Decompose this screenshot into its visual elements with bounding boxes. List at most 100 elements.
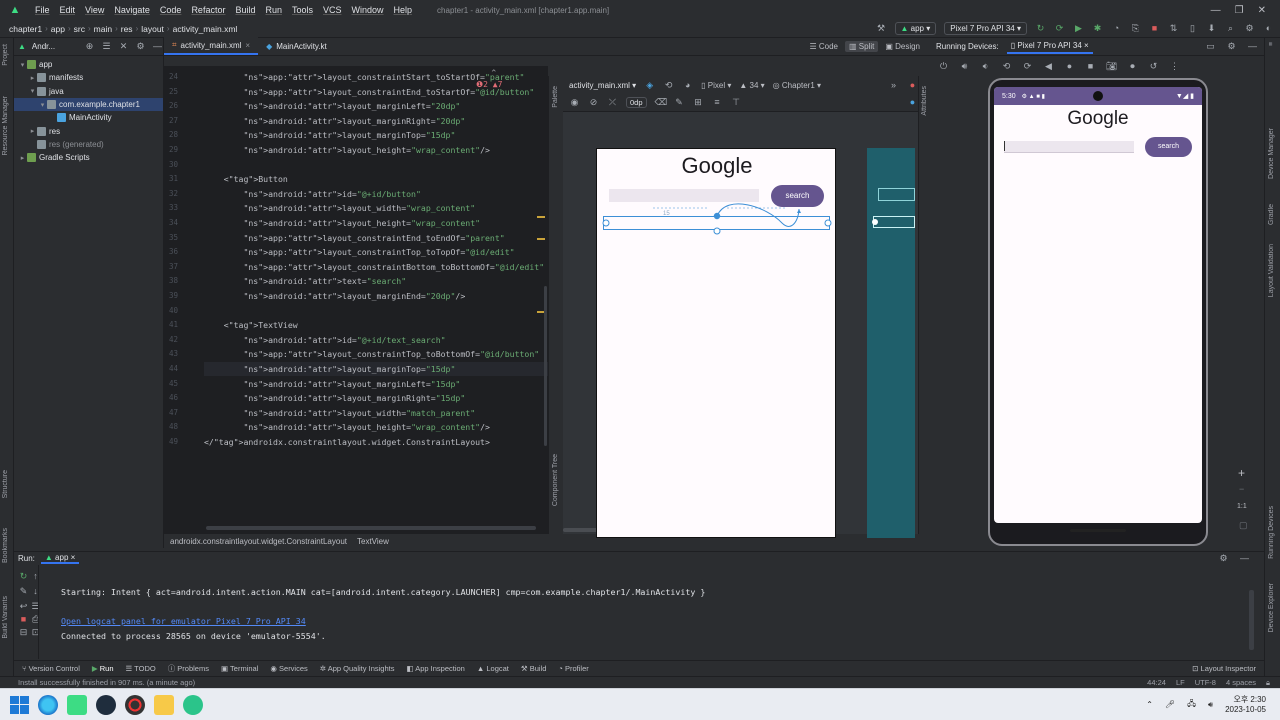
menu-edit[interactable]: Edit <box>55 5 81 15</box>
tree-item[interactable]: ▸ manifests <box>14 71 163 84</box>
tab-terminal[interactable]: ▣ Terminal <box>221 664 258 673</box>
tree-item[interactable]: ▾ java <box>14 85 163 98</box>
breadcrumb-layout[interactable]: layout <box>138 24 167 34</box>
error-icon[interactable]: ● <box>907 80 918 91</box>
run-config-select[interactable]: ▲ app ▾ <box>894 22 937 35</box>
tab-todo[interactable]: ☰ TODO <box>126 664 156 673</box>
sdk-manager-icon[interactable]: ⬇ <box>1206 23 1217 34</box>
recorder-taskbar-icon[interactable] <box>125 694 145 715</box>
hide-panel-icon[interactable]: — <box>152 41 163 52</box>
expand-all-icon[interactable]: ✕ <box>118 41 129 52</box>
breadcrumb-chapter1[interactable]: chapter1 <box>6 24 45 34</box>
overview-icon[interactable]: ■ <box>1085 61 1096 72</box>
panel-gear-icon[interactable]: ⚙ <box>1226 41 1237 52</box>
tree-item[interactable]: res (generated) <box>14 138 163 151</box>
mode-design[interactable]: ▣ Design <box>881 41 924 52</box>
zoom-fit-icon[interactable]: ▢ <box>1239 520 1248 531</box>
tree-expand-icon[interactable]: ▸ <box>28 74 37 82</box>
home-icon[interactable]: ● <box>1064 61 1075 72</box>
code-line[interactable]: "ns">android:"attr">layout_height="wrap_… <box>204 420 490 435</box>
autoconnect-off-icon[interactable]: ⊘ <box>588 97 599 108</box>
menu-code[interactable]: Code <box>155 5 187 15</box>
tree-item[interactable]: MainActivity <box>14 111 163 124</box>
stop-icon[interactable]: ■ <box>1149 23 1160 34</box>
code-line[interactable]: </"tag">androidx.constraintlayout.widget… <box>204 435 490 450</box>
windows-start-icon[interactable] <box>9 695 29 715</box>
tab-app-quality-insights[interactable]: ✲ App Quality Insights <box>320 664 395 673</box>
close-icon[interactable]: ✕ <box>1258 5 1266 16</box>
file-encoding[interactable]: UTF-8 <box>1195 678 1216 688</box>
indent-setting[interactable]: 4 spaces <box>1226 678 1256 688</box>
menu-tools[interactable]: Tools <box>287 5 318 15</box>
tab-run[interactable]: ▶ Run <box>92 664 114 673</box>
default-margin-select[interactable]: 0dp <box>626 97 647 108</box>
preview-title[interactable]: Google <box>597 153 837 179</box>
settings-wrench-icon[interactable]: ✎ <box>18 586 29 597</box>
component-tree-tool-tab[interactable]: Component Tree <box>552 454 559 506</box>
warning-marker[interactable] <box>537 238 545 240</box>
cursor-position[interactable]: 44:24 <box>1147 678 1166 688</box>
night-mode-icon[interactable]: ◕ <box>682 80 693 91</box>
code-line[interactable]: "ns">android:"attr">layout_height="wrap_… <box>204 216 480 231</box>
locate-icon[interactable]: ⊕ <box>84 41 95 52</box>
back-icon[interactable]: ◀ <box>1043 61 1054 72</box>
tab-activity-main-xml[interactable]: ⌗ activity_main.xml × <box>164 37 259 55</box>
hide-panel-icon[interactable]: — <box>1247 41 1258 52</box>
tab-build[interactable]: ⚒ Build <box>521 664 547 673</box>
screen-record-icon[interactable]: ⏺ <box>1127 61 1138 72</box>
gradle-tool-tab[interactable]: Gradle <box>1268 204 1275 225</box>
run-icon[interactable]: ▶ <box>1073 23 1084 34</box>
run-panel-gear-icon[interactable]: ⚙ <box>1218 553 1229 564</box>
code-line[interactable]: "ns">android:"attr">layout_marginTop="15… <box>204 362 455 377</box>
tree-item[interactable]: ▾ com.example.chapter1 <box>14 97 163 112</box>
volume-down-icon[interactable]: 🔉︎ <box>980 61 991 72</box>
code-line[interactable]: "ns">android:"attr">id="@+id/button" <box>204 187 420 202</box>
lock-icon[interactable]: 🔒︎ <box>1266 678 1270 688</box>
tree-expand-icon[interactable]: ▸ <box>18 154 27 162</box>
overflow-menu-icon[interactable]: » <box>888 80 899 91</box>
soft-wrap-icon[interactable]: ↩ <box>18 601 29 612</box>
build-variants-tool-tab[interactable]: Build Variants <box>2 596 9 639</box>
breadcrumb-res[interactable]: res <box>118 24 136 34</box>
code-line[interactable]: "ns">android:"attr">layout_marginLeft="2… <box>204 99 460 114</box>
sync-icon[interactable]: ⇅ <box>1168 23 1179 34</box>
structure-tool-tab[interactable]: Structure <box>2 470 9 498</box>
rerun-icon[interactable]: ↻ <box>1035 23 1046 34</box>
screenshot-icon[interactable]: 📷︎ <box>1106 61 1117 72</box>
console-scrollbar[interactable] <box>1249 590 1254 650</box>
window-icon[interactable]: ▭ <box>1205 41 1216 52</box>
layout-file-select[interactable]: activity_main.xml ▾ <box>569 81 636 90</box>
menu-file[interactable]: File <box>30 5 55 15</box>
palette-tool-tab[interactable]: Palette <box>552 86 559 108</box>
run-console[interactable]: Starting: Intent { act=android.intent.ac… <box>38 565 1264 659</box>
run-config-tab[interactable]: ▲ app × <box>40 553 80 564</box>
rerun-icon[interactable]: ↻ <box>18 571 29 582</box>
code-line[interactable]: "ns">android:"attr">layout_height="wrap_… <box>204 143 490 158</box>
collapse-all-icon[interactable]: ☰ <box>101 41 112 52</box>
code-line[interactable]: "ns">android:"attr">layout_marginRight="… <box>204 114 465 129</box>
tree-item[interactable]: ▸ Gradle Scripts <box>14 151 163 164</box>
code-line[interactable]: "ns">android:"attr">layout_width="match_… <box>204 406 475 421</box>
tab-logcat[interactable]: ▲ Logcat <box>477 664 509 673</box>
file-explorer-icon[interactable] <box>154 694 174 715</box>
device-explorer-tool-tab[interactable]: Device Explorer <box>1268 583 1275 632</box>
profile-icon[interactable]: ◔ <box>1111 23 1122 34</box>
logcat-link[interactable]: Open logcat panel for emulator Pixel 7 P… <box>61 616 306 626</box>
hide-run-panel-icon[interactable]: — <box>1239 553 1250 564</box>
device-for-preview-select[interactable]: ▯ Pixel ▾ <box>701 81 731 90</box>
settings-gear-icon[interactable]: ⚙ <box>1244 23 1255 34</box>
code-line[interactable]: "ns">app:"attr">layout_constraintTop_toT… <box>204 245 514 260</box>
volume-up-icon[interactable]: 🔊︎ <box>959 61 970 72</box>
code-line[interactable]: "ns">android:"attr">layout_marginTop="15… <box>204 128 455 143</box>
close-tab-icon[interactable]: × <box>245 41 250 50</box>
scroll-up-icon[interactable]: ⌃ <box>490 68 502 80</box>
blueprint-textview[interactable] <box>873 216 915 228</box>
infer-constraints-icon[interactable]: ✎ <box>674 97 685 108</box>
warning-marker[interactable] <box>537 216 545 218</box>
rotate-right-icon[interactable]: ⟳ <box>1022 61 1033 72</box>
tab-layout-inspector[interactable]: ⊡ Layout Inspector <box>1192 664 1264 673</box>
clear-constraints-icon[interactable]: ⤫ <box>607 97 618 108</box>
menu-navigate[interactable]: Navigate <box>109 5 155 15</box>
search-edittext[interactable] <box>1004 141 1134 153</box>
microphone-icon[interactable]: 🎤︎ <box>1165 700 1175 709</box>
